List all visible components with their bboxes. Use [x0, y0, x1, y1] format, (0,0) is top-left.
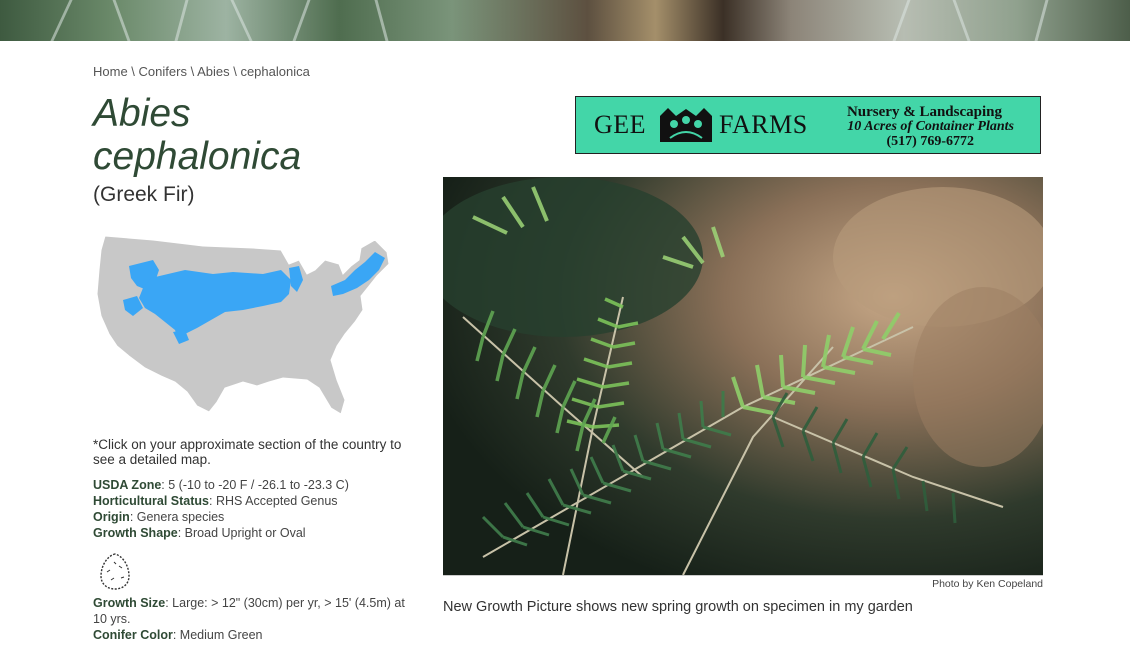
photo-caption: New Growth Picture shows new spring grow…: [443, 599, 913, 615]
genus-name: Abies: [93, 92, 191, 135]
breadcrumb-conifers[interactable]: Conifers: [139, 64, 187, 79]
us-map-icon[interactable]: [93, 230, 393, 420]
fact-value: : Medium Green: [172, 628, 263, 642]
fact-label[interactable]: Origin: [93, 510, 130, 524]
fact-origin: Origin: Genera species: [93, 509, 413, 525]
breadcrumb-separator: \: [186, 64, 198, 79]
common-name: (Greek Fir): [93, 183, 195, 206]
plant-facts: USDA Zone: 5 (-10 to -20 F / -26.1 to -2…: [93, 477, 413, 541]
ad-line-2: 10 Acres of Container Plants: [847, 119, 1014, 134]
fact-growth-shape: Growth Shape: Broad Upright or Oval: [93, 525, 413, 541]
breadcrumb-abies[interactable]: Abies: [197, 64, 230, 79]
breadcrumb: Home \ Conifers \ Abies \ cephalonica: [93, 64, 310, 79]
breadcrumb-separator: \: [127, 64, 139, 79]
fact-value: : Broad Upright or Oval: [177, 526, 306, 540]
map-instructions: *Click on your approximate section of th…: [93, 437, 402, 467]
ad-phone: (517) 769-6772: [886, 134, 975, 149]
fact-value: : RHS Accepted Genus: [209, 494, 338, 508]
gee-farms-logo-icon: [660, 108, 712, 142]
fact-value: : Genera species: [129, 510, 225, 524]
fact-label[interactable]: Growth Shape: [93, 526, 178, 540]
conifer-photo[interactable]: [443, 177, 1043, 576]
fact-growth-size: Growth Size: Large: > 12" (30cm) per yr,…: [93, 595, 413, 627]
fact-value: : 5 (-10 to -20 F / -26.1 to -23.3 C): [161, 478, 349, 492]
fact-label[interactable]: Horticultural Status: [93, 494, 209, 508]
fact-usda-zone: USDA Zone: 5 (-10 to -20 F / -26.1 to -2…: [93, 477, 413, 493]
photo-credit: Photo by Ken Copeland: [932, 578, 1043, 590]
breadcrumb-separator: \: [229, 64, 241, 79]
ad-brand-right: FARMS: [719, 110, 808, 139]
species-name: cephalonica: [93, 135, 302, 178]
plant-facts-more: Growth Size: Large: > 12" (30cm) per yr,…: [93, 595, 413, 643]
breadcrumb-home[interactable]: Home: [93, 64, 128, 79]
ad-brand-left: GEE: [594, 110, 647, 139]
fact-horticultural-status: Horticultural Status: RHS Accepted Genus: [93, 493, 413, 509]
fact-label[interactable]: USDA Zone: [93, 478, 161, 492]
growth-shape-oval-icon: [100, 553, 130, 590]
fact-conifer-color: Conifer Color: Medium Green: [93, 627, 413, 643]
fact-label[interactable]: Growth Size: [93, 596, 165, 610]
breadcrumb-current: cephalonica: [240, 64, 310, 79]
page-title: Abies cephalonica: [93, 92, 413, 178]
fact-label[interactable]: Conifer Color: [93, 628, 173, 642]
header-banner-image: [0, 0, 1130, 41]
gee-farms-ad-banner[interactable]: GEE FARMS Nursery & Landscaping 10 Acres…: [575, 96, 1041, 154]
